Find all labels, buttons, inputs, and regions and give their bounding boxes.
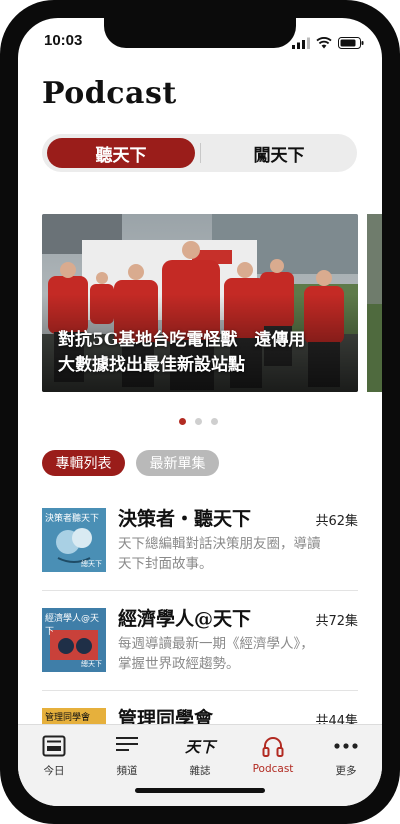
carousel-next-slide[interactable] [367, 214, 382, 392]
list-icon [115, 733, 139, 759]
device-notch [104, 18, 296, 48]
tab-label: 頻道 [116, 765, 138, 777]
battery-icon [338, 34, 364, 53]
tab-bar: 今日 頻道 天下 雜誌 Podcast 更多 [18, 724, 382, 806]
show-episode-count: 共62集 [315, 514, 358, 529]
more-icon [334, 733, 358, 759]
show-item[interactable]: 決策者聽天下 總天下 決策者・聽天下 共62集 天下總編輯對話決策朋友圈，導讀 … [42, 508, 358, 580]
show-description: 天下總編輯對話決策朋友圈，導讀 天下封面故事。 [118, 534, 358, 574]
segment-divider [200, 143, 201, 163]
tab-podcast[interactable]: Podcast [241, 733, 305, 775]
device-frame: 10:03 Podcast 聽天下 闖天下 對抗5G基地台吃電怪獸 遠傳用 大數… [0, 0, 400, 824]
list-divider [42, 590, 358, 591]
show-thumbnail-text: 管理同學會 [45, 713, 91, 723]
home-indicator[interactable] [135, 788, 265, 793]
tab-channels[interactable]: 頻道 [95, 733, 159, 778]
tab-label: 更多 [335, 765, 357, 777]
app-screen: 10:03 Podcast 聽天下 闖天下 對抗5G基地台吃電怪獸 遠傳用 大數… [18, 18, 382, 806]
carousel-dot-3[interactable] [211, 418, 218, 425]
show-thumbnail-brand: 總天下 [81, 660, 102, 668]
page-title: Podcast [42, 76, 177, 111]
segment-listen[interactable]: 聽天下 [47, 138, 195, 168]
show-thumbnail-text: 經濟學人@天下 [45, 614, 100, 637]
list-divider [42, 690, 358, 691]
show-description-line2: 天下封面故事。 [118, 556, 213, 572]
show-thumbnail-text: 決策者聽天下 [45, 514, 100, 524]
carousel-pagination [179, 418, 218, 425]
tab-label: Podcast [252, 763, 294, 775]
carousel-dot-1[interactable] [179, 418, 186, 425]
show-thumbnail: 經濟學人@天下 總天下 [42, 608, 106, 672]
status-icons [292, 34, 364, 53]
show-title: 經濟學人@天下 [118, 608, 252, 630]
newspaper-icon [42, 733, 66, 759]
show-episode-count: 共72集 [315, 614, 358, 629]
show-thumbnail: 決策者聽天下 總天下 [42, 508, 106, 572]
tab-magazine[interactable]: 天下 雜誌 [168, 733, 232, 778]
headphones-icon [261, 733, 285, 759]
show-thumbnail-brand: 總天下 [81, 560, 102, 568]
tab-label: 今日 [43, 765, 65, 777]
show-description: 每週導讀最新一期《經濟學人》， 掌握世界政經趨勢。 [118, 634, 358, 674]
wifi-icon [316, 34, 332, 53]
show-description-line1: 天下總編輯對話決策朋友圈，導讀 [118, 536, 321, 552]
carousel-dot-2[interactable] [195, 418, 202, 425]
tab-label: 雜誌 [189, 765, 211, 777]
show-description-line1: 每週導讀最新一期《經濟學人》， [118, 636, 314, 652]
signal-icon [292, 34, 310, 53]
carousel-caption-line1: 對抗5G基地台吃電怪獸 遠傳用 [58, 330, 306, 350]
tab-today[interactable]: 今日 [22, 733, 86, 778]
filter-albums[interactable]: 專輯列表 [42, 450, 125, 476]
magazine-logo-text: 天下 [184, 737, 215, 756]
segmented-control: 聽天下 闖天下 [42, 134, 357, 172]
filter-latest[interactable]: 最新單集 [136, 450, 219, 476]
tab-more[interactable]: 更多 [314, 733, 378, 778]
segment-explore[interactable]: 闖天下 [205, 138, 353, 168]
show-thumbnail: 管理同學會 [42, 708, 106, 724]
show-item[interactable]: 經濟學人@天下 總天下 經濟學人@天下 共72集 每週導讀最新一期《經濟學人》，… [42, 608, 358, 680]
show-description-line2: 掌握世界政經趨勢。 [118, 656, 240, 672]
show-title: 決策者・聽天下 [118, 508, 252, 530]
carousel-slide[interactable]: 對抗5G基地台吃電怪獸 遠傳用 大數據找出最佳新設站點 [42, 214, 358, 392]
carousel-caption: 對抗5G基地台吃電怪獸 遠傳用 大數據找出最佳新設站點 [58, 328, 350, 378]
magazine-logo-icon: 天下 [185, 733, 215, 759]
carousel-caption-line2: 大數據找出最佳新設站點 [58, 355, 245, 375]
status-time: 10:03 [44, 32, 83, 49]
